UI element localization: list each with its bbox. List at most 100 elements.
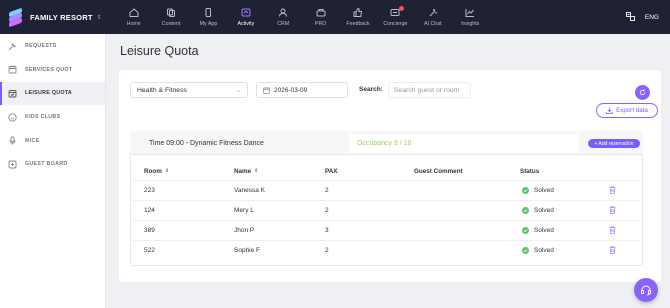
nav-content[interactable]: Content [152, 0, 189, 34]
room-cell: 522 [144, 247, 155, 254]
board-icon [8, 160, 17, 169]
sidebar-item-mice[interactable]: MICE [0, 129, 105, 153]
sidebar-item-label: GUEST BOARD [25, 161, 68, 168]
check-circle-icon [522, 227, 529, 234]
sort-icon: ⇕ [164, 168, 170, 174]
headset-icon [640, 284, 652, 296]
page-title: Leisure Quota [120, 44, 199, 58]
nav-crm[interactable]: CRM [265, 0, 302, 34]
occupancy-label: Occupancy 9 / 10 [357, 140, 412, 147]
nav-label: My App [199, 20, 218, 27]
home-icon [129, 7, 139, 17]
status-label: Solved [534, 247, 554, 254]
trash-icon[interactable] [609, 206, 616, 214]
pax-cell: 2 [325, 207, 329, 214]
brand-switcher[interactable]: FAMILY RESORT ⇕ [0, 0, 108, 34]
nav-label: CRM [277, 20, 290, 27]
nav-label: Concierge [383, 20, 408, 27]
header-divider [132, 180, 641, 181]
chart-icon [465, 8, 475, 17]
nav-activity[interactable]: Activity [227, 0, 264, 34]
pro-icon [316, 8, 326, 17]
check-circle-icon [522, 187, 529, 194]
export-data-button[interactable]: Export data [596, 103, 658, 118]
column-header-status: Status [520, 168, 539, 175]
chevron-updown-icon: ⇕ [96, 14, 102, 21]
nav-label: Insights [461, 20, 480, 27]
date-picker[interactable]: 2026-03-09 [256, 82, 348, 98]
trash-icon[interactable] [609, 186, 616, 194]
name-cell: Vanessa K [234, 187, 265, 194]
sidebar-item-leisure-quota[interactable]: LEISURE QUOTA [0, 81, 105, 106]
support-chat-button[interactable] [634, 278, 658, 302]
pax-cell: 2 [325, 247, 329, 254]
check-circle-icon [522, 207, 529, 214]
nav-label: Feedback [346, 20, 370, 27]
nav-label: PRO [314, 20, 327, 27]
main-nav: Home Content My App Activity CRM PRO Fee… [115, 0, 489, 34]
room-cell: 223 [144, 187, 155, 194]
status-label: Solved [534, 207, 554, 214]
room-cell: 124 [144, 207, 155, 214]
column-header-label: Room [144, 168, 162, 175]
refresh-button[interactable] [635, 85, 650, 100]
search-label: Search: [359, 86, 383, 93]
nav-pro[interactable]: PRO [302, 0, 339, 34]
column-header-room[interactable]: Room ⇕ [144, 168, 169, 175]
calendar-check-icon [8, 89, 17, 98]
nav-my-app[interactable]: My App [190, 0, 227, 34]
column-header-label: Guest Comment [414, 168, 463, 175]
search-input[interactable] [388, 82, 471, 98]
sidebar-item-requests[interactable]: REQUESTS [0, 35, 105, 59]
sidebar: REQUESTS SERVICES QUOT LEISURE QUOTA KID… [0, 34, 106, 308]
smile-icon [8, 112, 17, 122]
session-title: Time 09:00 - Dynamic Fitness Dance [149, 140, 264, 147]
pax-cell: 2 [325, 187, 329, 194]
sidebar-item-label: MICE [25, 137, 40, 144]
nav-concierge[interactable]: Concierge [377, 0, 414, 34]
nav-home[interactable]: Home [115, 0, 152, 34]
sidebar-item-services-quot[interactable]: SERVICES QUOT [0, 58, 105, 82]
name-cell: Sophie F [234, 247, 261, 254]
top-navigation-bar: FAMILY RESORT ⇕ Home Content My App Acti… [0, 0, 670, 34]
status-badge: Solved [522, 247, 554, 254]
translate-icon[interactable] [625, 11, 635, 23]
date-value: 2026-03-09 [274, 86, 308, 94]
column-header-label: PAX [325, 168, 338, 175]
row-divider [132, 220, 641, 221]
activity-icon [241, 8, 251, 17]
room-cell: 389 [144, 227, 155, 234]
sidebar-item-label: REQUESTS [25, 43, 57, 50]
column-header-guest-comment: Guest Comment [414, 168, 463, 175]
people-icon [278, 8, 288, 17]
wrench-icon [8, 42, 17, 51]
sidebar-item-kids-clubs[interactable]: KIDS CLUBS [0, 105, 105, 129]
category-select-value: Health & Fitness [137, 86, 187, 94]
trash-icon[interactable] [609, 226, 616, 234]
nav-label: Content [161, 20, 181, 27]
status-label: Solved [534, 227, 554, 234]
sidebar-item-guest-board[interactable]: GUEST BOARD [0, 152, 105, 176]
trash-icon[interactable] [609, 246, 616, 254]
brand-name: FAMILY RESORT [30, 12, 93, 22]
status-badge: Solved [522, 227, 554, 234]
sidebar-item-label: SERVICES QUOT [25, 66, 73, 73]
row-divider [132, 200, 641, 201]
nav-label: Activity [237, 20, 255, 27]
category-select[interactable]: Health & Fitness ⌄ [130, 82, 248, 98]
column-header-pax: PAX [325, 168, 337, 175]
thumbs-up-icon [353, 7, 363, 17]
nav-feedback[interactable]: Feedback [339, 0, 376, 34]
add-reservation-button[interactable]: + Add reservation [588, 139, 640, 148]
nav-ai-chat[interactable]: AI Chat [414, 0, 451, 34]
language-selector[interactable]: ENG [645, 14, 659, 21]
top-right-controls: ENG [625, 0, 659, 34]
occupancy-indicator: Occupancy 9 / 10 [349, 134, 579, 153]
chevron-down-icon: ⌄ [235, 87, 241, 94]
export-data-label: Export data [616, 107, 648, 114]
name-cell: Mery L [234, 207, 254, 214]
column-header-name[interactable]: Name ⇕ [234, 168, 258, 175]
status-badge: Solved [522, 207, 554, 214]
row-divider [132, 240, 641, 241]
nav-insights[interactable]: Insights [452, 0, 489, 34]
